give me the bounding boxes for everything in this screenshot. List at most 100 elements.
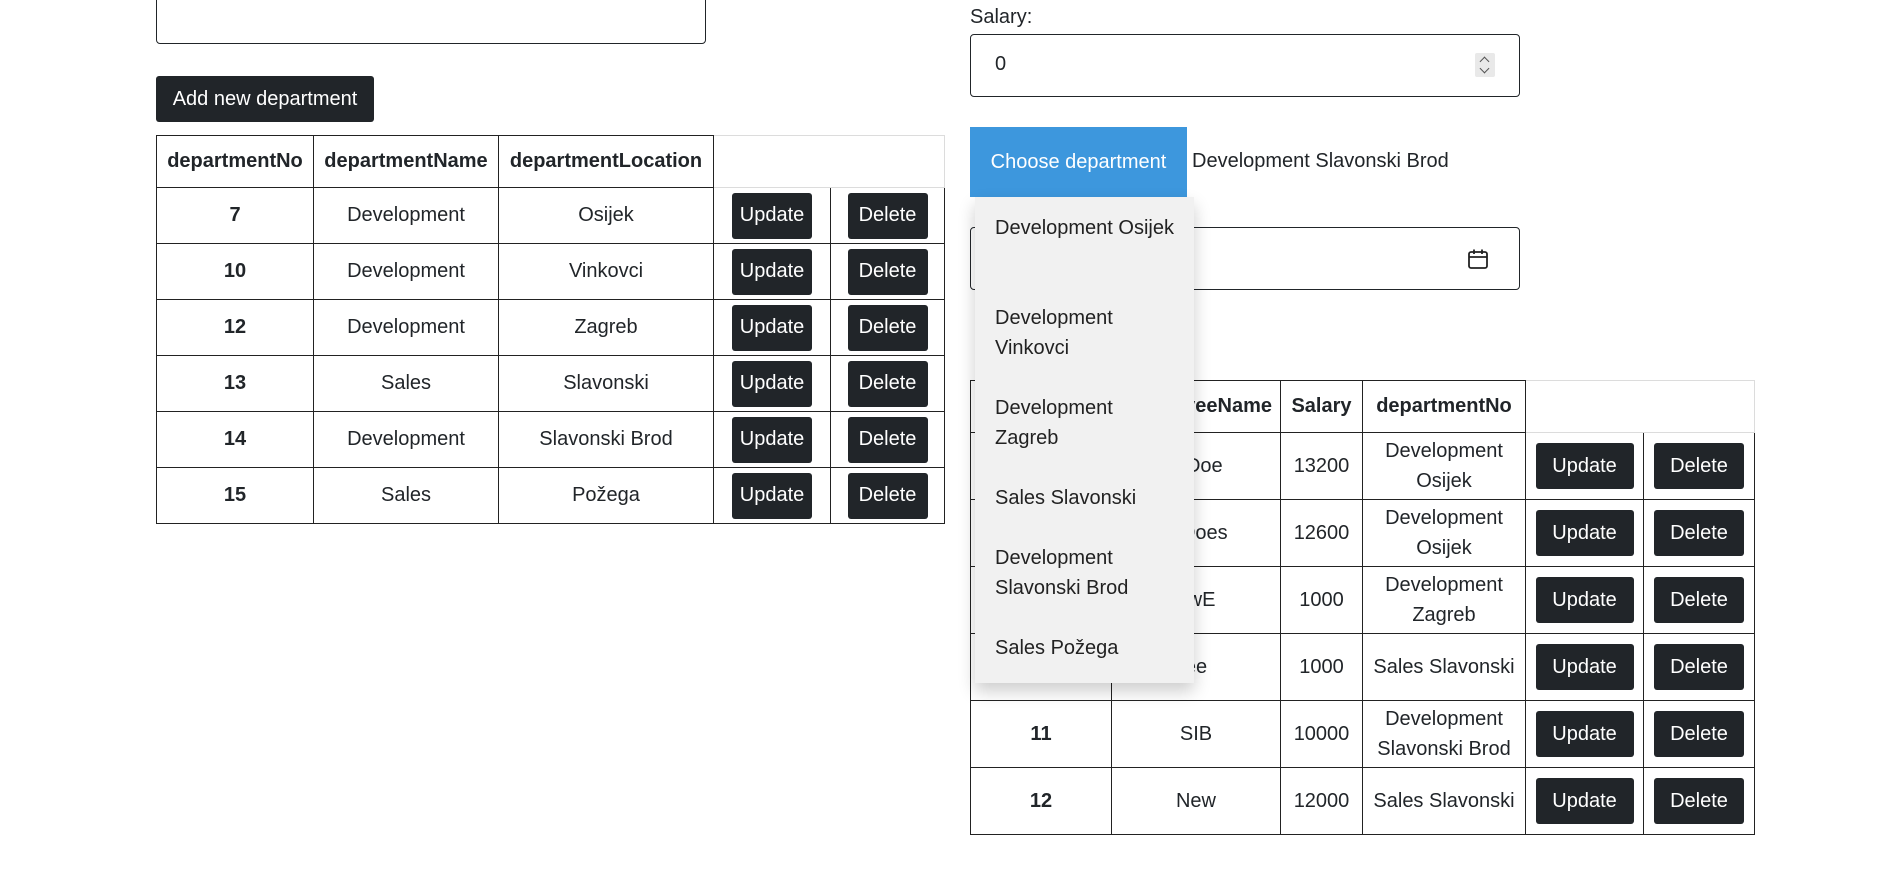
- update-button[interactable]: Update: [732, 248, 812, 295]
- salary-cell: 1000: [1280, 566, 1363, 634]
- calendar-icon[interactable]: [1467, 248, 1489, 270]
- update-cell: Update: [713, 411, 831, 468]
- table-row: 12 Development Zagreb Update Delete: [156, 299, 945, 356]
- delete-cell: Delete: [830, 187, 945, 244]
- update-button[interactable]: Update: [1535, 510, 1634, 556]
- table-row: 10 Development Vinkovci Update Delete: [156, 243, 945, 300]
- update-button[interactable]: Update: [732, 360, 812, 407]
- add-department-button[interactable]: Add new department: [156, 76, 374, 122]
- employee-name-cell: SIB: [1111, 700, 1281, 768]
- header-department-location: departmentLocation: [498, 135, 714, 188]
- department-table: departmentNo departmentName departmentLo…: [156, 135, 945, 524]
- department-location-input[interactable]: [156, 0, 706, 44]
- delete-button[interactable]: Delete: [847, 472, 928, 519]
- update-button[interactable]: Update: [732, 304, 812, 351]
- department-location-cell: Slavonski: [498, 355, 714, 412]
- delete-button[interactable]: Delete: [847, 304, 928, 351]
- update-cell: Update: [713, 355, 831, 412]
- salary-cell: 12600: [1280, 499, 1363, 567]
- department-no-cell: 13: [156, 355, 314, 412]
- delete-button[interactable]: Delete: [847, 360, 928, 407]
- employee-department-cell: Development Osijek: [1362, 499, 1526, 567]
- department-name-cell: Development: [313, 187, 499, 244]
- employee-no-cell: 12: [970, 767, 1112, 835]
- spinner-arrows-icon[interactable]: [1475, 53, 1495, 77]
- table-row: 7 Development Osijek Update Delete: [156, 187, 945, 244]
- employee-name-cell: New: [1111, 767, 1281, 835]
- delete-cell: Delete: [1643, 767, 1755, 835]
- dropdown-option[interactable]: Development Slavonski Brod: [995, 543, 1180, 603]
- delete-cell: Delete: [830, 299, 945, 356]
- update-button[interactable]: Update: [1535, 577, 1634, 623]
- salary-label: Salary:: [970, 6, 1033, 28]
- salary-input[interactable]: 0: [970, 34, 1520, 97]
- table-row: 11 SIB 10000 Development Slavonski Brod Upda…: [970, 700, 1755, 768]
- department-name-cell: Sales: [313, 355, 499, 412]
- header-department-name: departmentName: [313, 135, 499, 188]
- table-row: 13 Sales Slavonski Update Delete: [156, 355, 945, 412]
- delete-button[interactable]: Delete: [1654, 711, 1744, 757]
- update-button[interactable]: Update: [1535, 443, 1634, 489]
- delete-button[interactable]: Delete: [847, 192, 928, 239]
- salary-cell: 13200: [1280, 432, 1363, 500]
- delete-button[interactable]: Delete: [847, 416, 928, 463]
- employee-department-cell: Sales Slavonski: [1362, 633, 1526, 701]
- update-button[interactable]: Update: [732, 416, 812, 463]
- table-row: 12 New 12000 Sales Slavonski Update Delete: [970, 767, 1755, 835]
- update-cell: Update: [713, 299, 831, 356]
- delete-cell: Delete: [830, 243, 945, 300]
- update-cell: Update: [1525, 700, 1644, 768]
- update-cell: Update: [713, 467, 831, 524]
- salary-cell: 1000: [1280, 633, 1363, 701]
- header-actions: [713, 135, 945, 188]
- department-no-cell: 7: [156, 187, 314, 244]
- update-cell: Update: [1525, 499, 1644, 567]
- dropdown-option[interactable]: Development Zagreb: [995, 393, 1180, 453]
- delete-button[interactable]: Delete: [1654, 577, 1744, 623]
- salary-value: 0: [995, 53, 1007, 75]
- update-button[interactable]: Update: [732, 192, 812, 239]
- dropdown-option[interactable]: Development Vinkovci: [995, 303, 1180, 363]
- delete-button[interactable]: Delete: [1654, 510, 1744, 556]
- update-cell: Update: [1525, 767, 1644, 835]
- update-cell: Update: [713, 187, 831, 244]
- choose-department-label: Choose department: [990, 150, 1167, 173]
- header-employee-actions: [1525, 380, 1755, 433]
- delete-button[interactable]: Delete: [1654, 443, 1744, 489]
- update-button[interactable]: Update: [1535, 778, 1634, 824]
- update-cell: Update: [1525, 633, 1644, 701]
- delete-cell: Delete: [830, 467, 945, 524]
- delete-button[interactable]: Delete: [1654, 778, 1744, 824]
- update-cell: Update: [1525, 432, 1644, 500]
- header-employee-department-no: departmentNo: [1362, 380, 1526, 433]
- dropdown-option[interactable]: Development Osijek: [995, 213, 1180, 243]
- department-name-cell: Development: [313, 411, 499, 468]
- dropdown-option[interactable]: Sales Slavonski: [995, 483, 1180, 513]
- delete-cell: Delete: [1643, 499, 1755, 567]
- delete-button[interactable]: Delete: [1654, 644, 1744, 690]
- department-no-cell: 15: [156, 467, 314, 524]
- department-no-cell: 12: [156, 299, 314, 356]
- delete-button[interactable]: Delete: [847, 248, 928, 295]
- employee-department-cell: Development Zagreb: [1362, 566, 1526, 634]
- delete-cell: Delete: [1643, 432, 1755, 500]
- dropdown-option[interactable]: Sales Požega: [995, 633, 1180, 663]
- department-no-cell: 10: [156, 243, 314, 300]
- employee-department-cell: Development Slavonski Brod: [1362, 700, 1526, 768]
- update-button[interactable]: Update: [732, 472, 812, 519]
- selected-department: Development Slavonski Brod: [1192, 150, 1449, 172]
- employee-department-cell: Sales Slavonski: [1362, 767, 1526, 835]
- salary-cell: 10000: [1280, 700, 1363, 768]
- department-name-cell: Development: [313, 243, 499, 300]
- employee-department-cell: Development Osijek: [1362, 432, 1526, 500]
- salary-cell: 12000: [1280, 767, 1363, 835]
- delete-cell: Delete: [1643, 566, 1755, 634]
- department-no-cell: 14: [156, 411, 314, 468]
- update-button[interactable]: Update: [1535, 711, 1634, 757]
- delete-cell: Delete: [830, 411, 945, 468]
- update-button[interactable]: Update: [1535, 644, 1634, 690]
- department-name-cell: Development: [313, 299, 499, 356]
- update-cell: Update: [713, 243, 831, 300]
- choose-department-button[interactable]: Choose department: [970, 127, 1187, 197]
- department-dropdown-menu: Development Osijek Development Vinkovci De…: [975, 197, 1194, 683]
